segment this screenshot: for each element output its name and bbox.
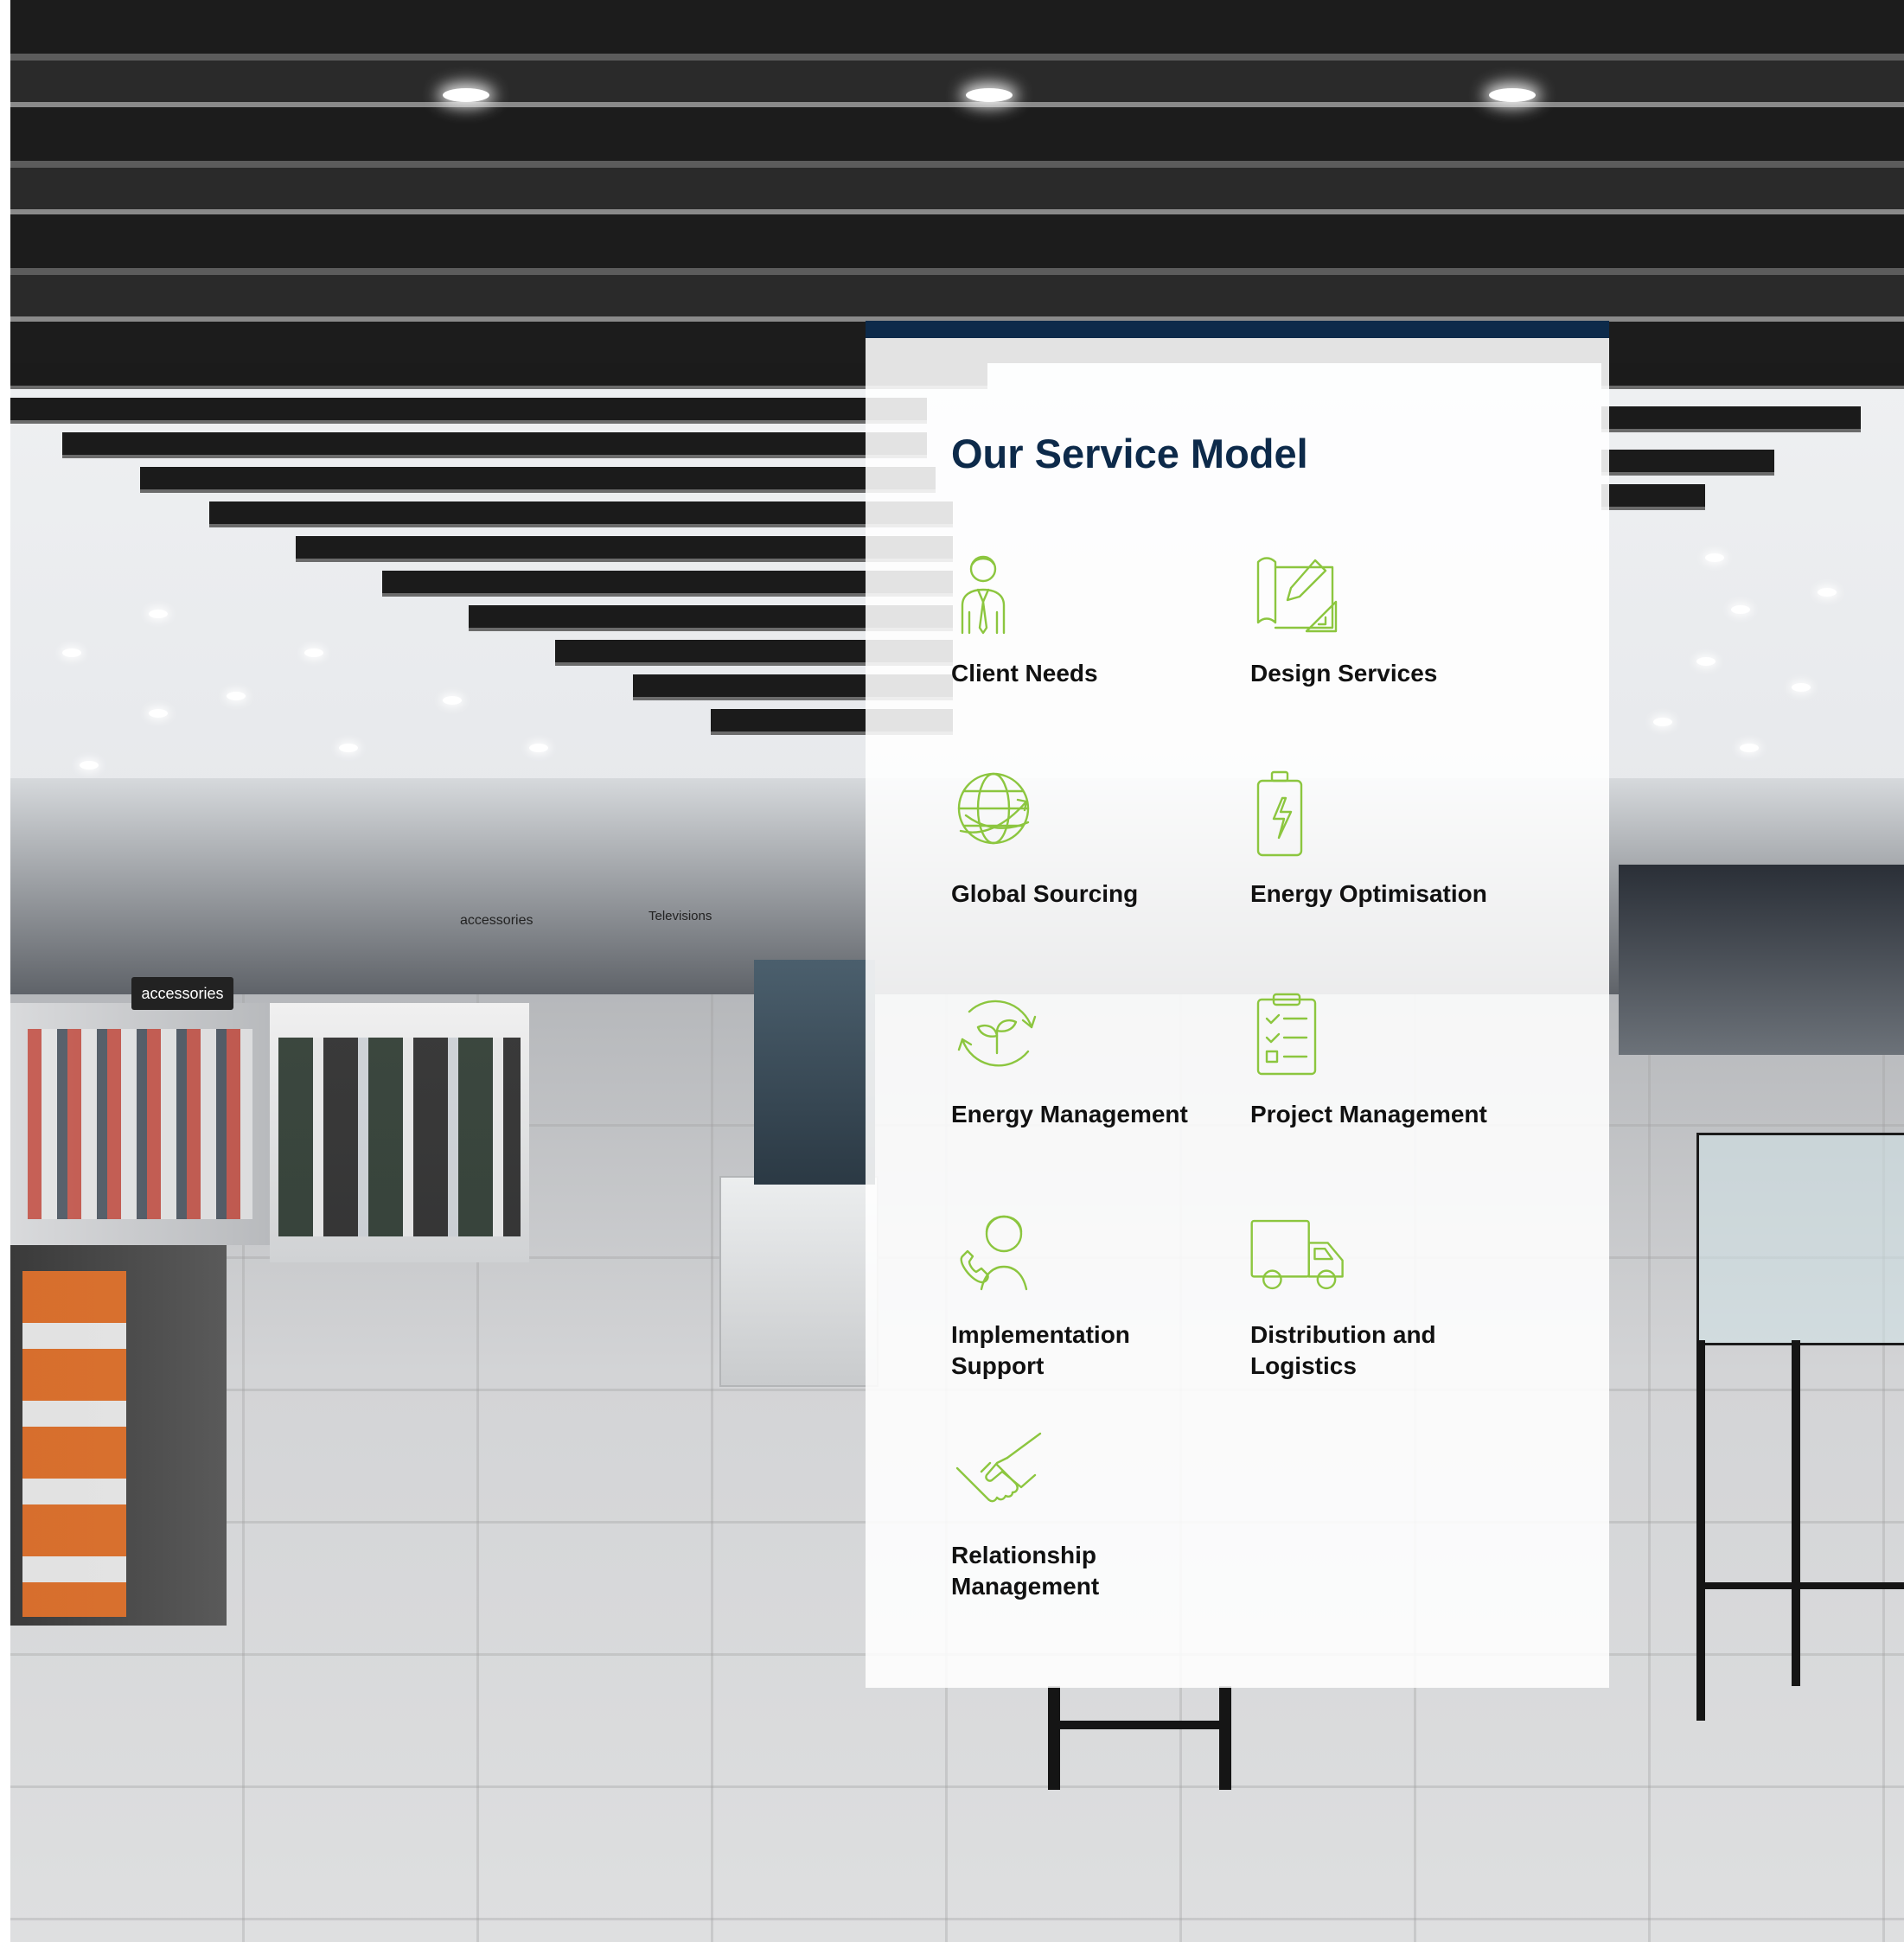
- service-label: Global Sourcing: [951, 880, 1139, 907]
- service-label: Energy Management: [951, 1101, 1188, 1128]
- product-hooks: [22, 1271, 126, 1617]
- ceiling-slat: [1601, 363, 1904, 389]
- ceiling-light: [304, 648, 323, 657]
- ceiling-slat: [1601, 450, 1774, 476]
- ceiling-light: [529, 744, 548, 752]
- ceiling-slat: [1601, 484, 1705, 510]
- ceiling-slat: [296, 536, 953, 562]
- ceiling-light: [1653, 718, 1672, 726]
- delivery-truck-icon: [1250, 1211, 1345, 1298]
- ceiling-slat: [209, 501, 953, 527]
- service-label: Design Services: [1250, 660, 1438, 687]
- ceiling-light: [1696, 657, 1716, 666]
- product-rack: [278, 1038, 521, 1236]
- ceiling-slat: [10, 363, 987, 389]
- service-label: Energy Optimisation: [1250, 880, 1487, 907]
- table-leg: [1048, 1686, 1060, 1790]
- service-design-services: Design Services: [1250, 550, 1544, 687]
- glass-cabinet: [1696, 1133, 1904, 1345]
- table-leg: [1219, 1686, 1231, 1790]
- accessories-sign: accessories: [131, 977, 233, 1010]
- accessories-sign: accessories: [460, 913, 534, 928]
- service-energy-optimisation: Energy Optimisation: [1250, 770, 1544, 907]
- ceiling-light: [339, 744, 358, 752]
- ceiling-light: [227, 692, 246, 700]
- service-implementation-support: Implementation Support: [951, 1211, 1245, 1379]
- recycle-plant-icon: [951, 991, 1046, 1077]
- ceiling-slat: [1601, 406, 1861, 432]
- service-label: Relationship Management: [951, 1542, 1100, 1600]
- ceiling-light: [443, 88, 489, 102]
- ceiling-light: [149, 709, 168, 718]
- service-label: Implementation Support: [951, 1321, 1130, 1379]
- service-relationship-management: Relationship Management: [951, 1432, 1245, 1600]
- support-agent-icon: [951, 1211, 1046, 1298]
- ceiling-light: [1489, 88, 1536, 102]
- businessman-icon: [951, 550, 1046, 636]
- service-label: Project Management: [1250, 1101, 1487, 1128]
- cabinet-leg: [1696, 1340, 1705, 1721]
- hp-display-counter: [719, 1176, 879, 1387]
- ceiling-slat: [10, 398, 927, 424]
- service-label: Client Needs: [951, 660, 1098, 687]
- ceiling-light: [1740, 744, 1759, 752]
- globe-arrows-icon: [951, 770, 1046, 857]
- ceiling-slat: [62, 432, 927, 458]
- televisions-sign: Televisions: [649, 909, 712, 923]
- right-display-wall: [1619, 865, 1904, 1055]
- clipboard-checklist-icon: [1250, 991, 1345, 1077]
- blueprint-pencil-icon: [1250, 550, 1345, 636]
- service-energy-management: Energy Management: [951, 991, 1245, 1128]
- ceiling-light: [62, 648, 81, 657]
- cabinet-rail: [1696, 1582, 1904, 1589]
- cabinet-leg: [1792, 1340, 1800, 1686]
- ceiling-light: [443, 696, 462, 705]
- ceiling-slat: [140, 467, 936, 493]
- service-distribution-logistics: Distribution and Logistics: [1250, 1211, 1544, 1379]
- service-global-sourcing: Global Sourcing: [951, 770, 1245, 907]
- ceiling-light: [149, 610, 168, 618]
- ceiling-light: [1705, 553, 1724, 562]
- ceiling-light: [966, 88, 1013, 102]
- ceiling-light: [1792, 683, 1811, 692]
- handshake-icon: [951, 1432, 1046, 1518]
- ceiling-light: [80, 761, 99, 770]
- table-rail: [1048, 1721, 1231, 1729]
- service-label: Distribution and Logistics: [1250, 1321, 1436, 1379]
- service-client-needs: Client Needs: [951, 550, 1245, 687]
- ceiling-light: [1818, 588, 1837, 597]
- service-model-panel: Our Service Model Client Needs Design Se…: [866, 321, 1609, 1688]
- ceiling-light: [1731, 605, 1750, 614]
- battery-bolt-icon: [1250, 770, 1345, 857]
- product-rack: [28, 1029, 252, 1219]
- panel-title: Our Service Model: [951, 431, 1308, 476]
- ceiling-slats-upper: [10, 0, 1904, 363]
- service-project-management: Project Management: [1250, 991, 1544, 1128]
- display-screen: [754, 960, 875, 1185]
